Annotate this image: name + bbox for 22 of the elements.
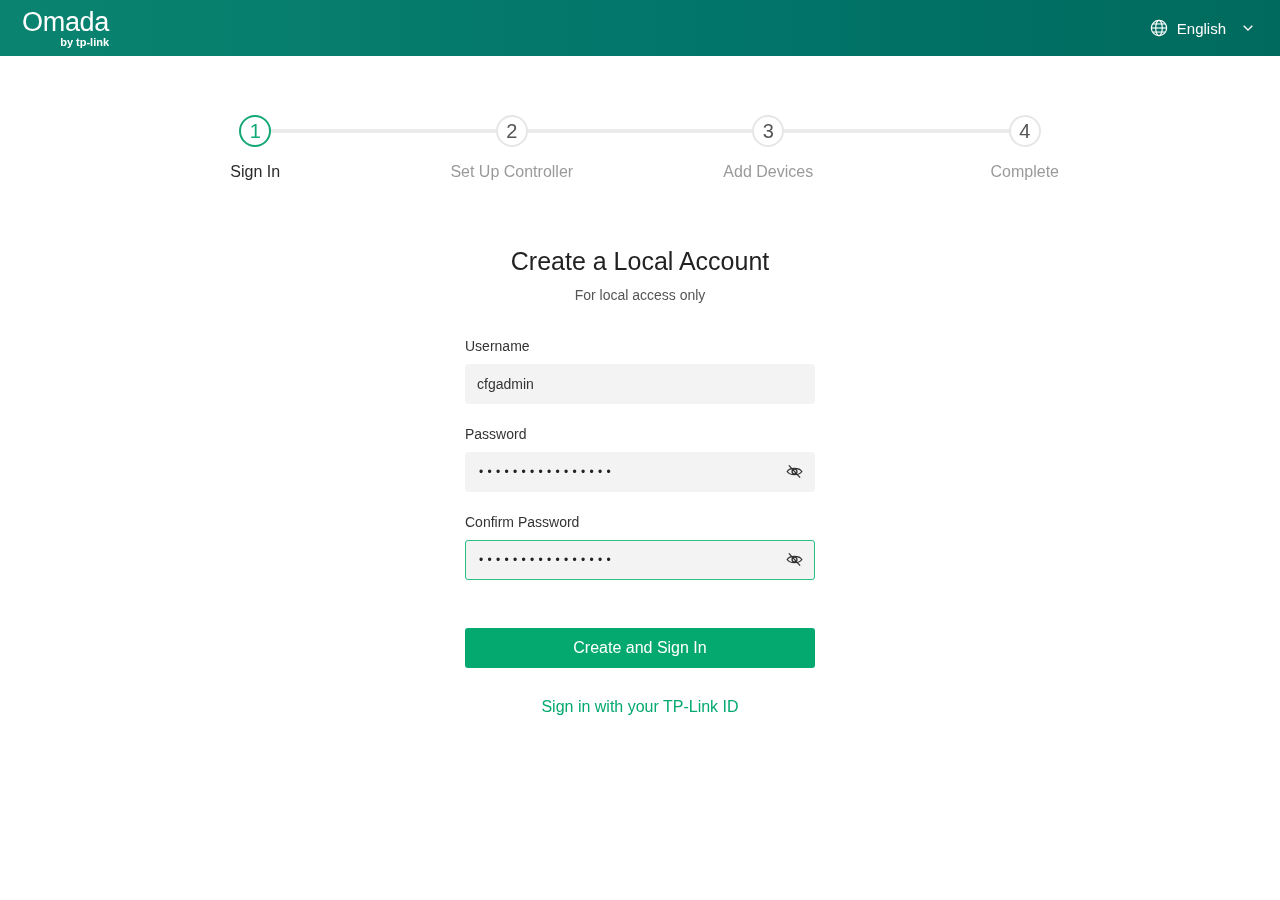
password-field[interactable]: •••••••••••••••• (465, 452, 815, 492)
step-label: Set Up Controller (450, 162, 574, 182)
form-subtitle: For local access only (573, 286, 707, 305)
omada-logo: Omada by tp-link (22, 8, 110, 48)
eye-slash-icon[interactable] (786, 464, 803, 479)
field-label: Password (465, 425, 528, 444)
step-number: 4 (1008, 115, 1041, 147)
language-selector[interactable]: English (1149, 19, 1253, 37)
input-field[interactable]: cfgadmin (465, 364, 815, 404)
field-label: Confirm Password (465, 513, 581, 532)
step-number: 2 (495, 115, 528, 147)
step-number: 1 (239, 115, 272, 147)
step-number: 3 (752, 115, 785, 147)
chevron-down-icon (1243, 25, 1253, 31)
password-field[interactable]: •••••••••••••••• (465, 540, 815, 580)
field-label: Username (465, 337, 531, 356)
step-label: Add Devices (723, 162, 814, 182)
step-label: Complete (990, 162, 1059, 182)
form-title: Create a Local Account (509, 246, 771, 277)
step-label: Sign In (230, 162, 281, 182)
eye-slash-icon[interactable] (786, 552, 803, 567)
globe-icon (1149, 19, 1168, 37)
